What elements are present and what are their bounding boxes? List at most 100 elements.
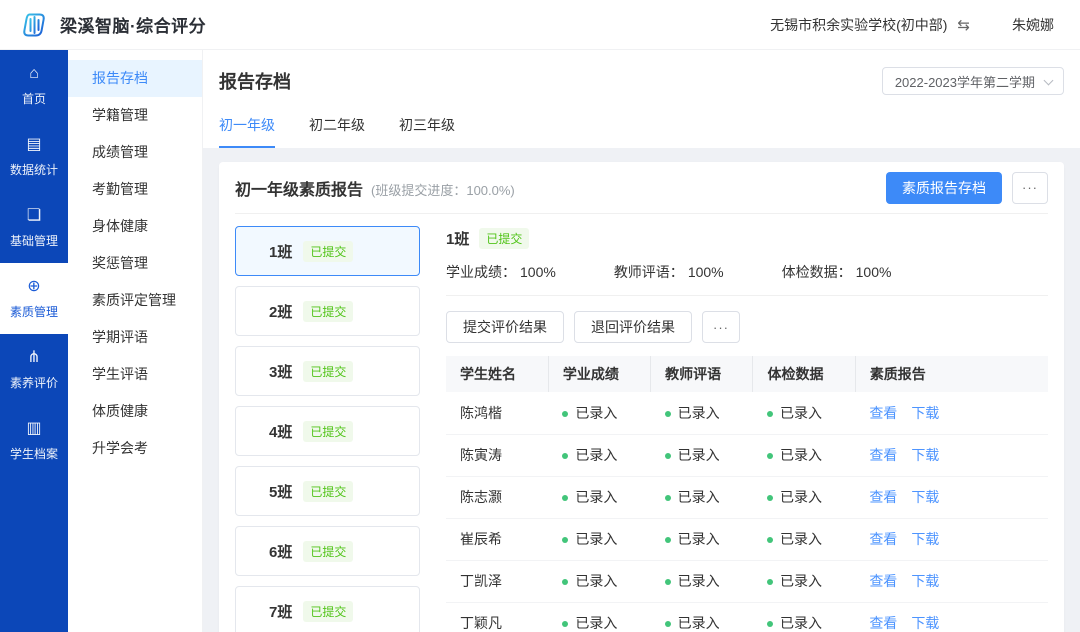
card-head: 初一年级素质报告 (班级提交进度：100.0%) 素质报告存档 ··· xyxy=(235,162,1048,214)
download-link[interactable]: 下载 xyxy=(911,405,939,421)
download-link[interactable]: 下载 xyxy=(911,489,939,505)
secondary-nav-item[interactable]: 身体健康 xyxy=(68,208,202,245)
status-text: 已录入 xyxy=(575,489,618,505)
detail-more-button[interactable]: ··· xyxy=(702,311,740,343)
status-dot-icon xyxy=(766,495,773,501)
class-card[interactable]: 3班 已提交 xyxy=(235,346,420,396)
class-card[interactable]: 2班 已提交 xyxy=(235,286,420,336)
card-body: 1班 已提交 2班 已提交 3班 已提交 4班 已提交 5班 已提交 6班 已提… xyxy=(235,214,1048,632)
class-card[interactable]: 6班 已提交 xyxy=(235,526,420,576)
secondary-nav-item[interactable]: 学生评语 xyxy=(68,356,202,393)
report-links: 查看 下载 xyxy=(855,602,1048,632)
layout: ⌂ 首页 ▤ 数据统计 ❏ 基础管理 ⊕ 素质管理 ⋔ 素养评价 ▥ 学生档案 … xyxy=(0,50,1080,632)
academic-status: 已录入 xyxy=(548,476,651,519)
view-link[interactable]: 查看 xyxy=(869,447,897,463)
class-status-badge: 已提交 xyxy=(303,300,354,322)
stat-value: 100% xyxy=(855,264,892,280)
primary-nav-item[interactable]: ▤ 数据统计 xyxy=(0,121,68,192)
teacher-comment-status: 已录入 xyxy=(650,518,753,561)
download-link[interactable]: 下载 xyxy=(911,615,939,631)
view-link[interactable]: 查看 xyxy=(869,573,897,589)
table-column-header: 体检数据 xyxy=(752,356,856,392)
class-card[interactable]: 5班 已提交 xyxy=(235,466,420,516)
class-list: 1班 已提交 2班 已提交 3班 已提交 4班 已提交 5班 已提交 6班 已提… xyxy=(235,226,420,632)
academic-status: 已录入 xyxy=(548,434,651,477)
stat-value: 100% xyxy=(687,264,724,280)
primary-nav-item[interactable]: ⌂ 首页 xyxy=(0,50,68,121)
detail-stats: 学业成绩： 100% 教师评语： 100% 体检数据： 100% xyxy=(446,262,1048,282)
status-text: 已录入 xyxy=(779,489,822,505)
secondary-nav-item[interactable]: 成绩管理 xyxy=(68,134,202,171)
secondary-nav-item[interactable]: 升学会考 xyxy=(68,430,202,467)
switch-school-icon[interactable]: ⇆ xyxy=(957,16,970,34)
primary-nav-item[interactable]: ⋔ 素养评价 xyxy=(0,334,68,405)
secondary-nav-label: 成绩管理 xyxy=(92,144,148,160)
status-dot-icon xyxy=(562,537,569,543)
status-text: 已录入 xyxy=(677,447,720,463)
app-title: 梁溪智脑·综合评分 xyxy=(60,17,207,36)
grade-tab[interactable]: 初三年级 xyxy=(399,115,455,148)
report-links: 查看 下载 xyxy=(855,434,1048,477)
health-data-status: 已录入 xyxy=(752,476,856,519)
school-name: 无锡市积余实验学校(初中部) xyxy=(770,16,948,33)
detail-actions: 提交评价结果 退回评价结果 ··· xyxy=(446,311,1048,343)
stat-label: 体检数据： xyxy=(781,264,852,280)
class-card[interactable]: 1班 已提交 xyxy=(235,226,420,276)
download-link[interactable]: 下载 xyxy=(911,531,939,547)
card-title: 初一年级素质报告 xyxy=(235,181,364,199)
chevron-down-icon xyxy=(1043,75,1054,86)
secondary-nav-item[interactable]: 学籍管理 xyxy=(68,97,202,134)
status-dot-icon xyxy=(766,579,773,585)
user-name[interactable]: 朱婉娜 xyxy=(1012,15,1054,35)
return-evaluation-button[interactable]: 退回评价结果 xyxy=(574,311,692,343)
view-link[interactable]: 查看 xyxy=(869,531,897,547)
view-link[interactable]: 查看 xyxy=(869,615,897,631)
primary-nav-item[interactable]: ⊕ 素质管理 xyxy=(0,263,68,334)
teacher-comment-status: 已录入 xyxy=(650,392,753,435)
secondary-nav-item[interactable]: 素质评定管理 xyxy=(68,282,202,319)
semester-select[interactable]: 2022-2023学年第二学期 xyxy=(881,67,1064,95)
secondary-nav-item[interactable]: 体质健康 xyxy=(68,393,202,430)
card-more-button[interactable]: ··· xyxy=(1012,171,1048,204)
view-link[interactable]: 查看 xyxy=(869,489,897,505)
health-data-status: 已录入 xyxy=(752,560,856,603)
table-row: 丁凯泽 已录入 已录入 已录入 查看 下载 xyxy=(446,560,1048,603)
status-text: 已录入 xyxy=(779,573,822,589)
brand: 梁溪智脑·综合评分 xyxy=(20,11,206,39)
status-dot-icon xyxy=(766,621,773,627)
data-stats-icon: ▤ xyxy=(26,136,42,153)
teacher-comment-status: 已录入 xyxy=(650,434,753,477)
report-links: 查看 下载 xyxy=(855,392,1048,435)
status-text: 已录入 xyxy=(575,615,618,631)
archive-report-button[interactable]: 素质报告存档 xyxy=(886,171,1002,204)
class-card[interactable]: 7班 已提交 xyxy=(235,586,420,632)
app-header: 梁溪智脑·综合评分 无锡市积余实验学校(初中部) ⇆ 朱婉娜 xyxy=(0,0,1080,50)
grade-tab[interactable]: 初一年级 xyxy=(219,115,275,148)
secondary-nav-item[interactable]: 学期评语 xyxy=(68,319,202,356)
class-status-badge: 已提交 xyxy=(303,600,354,622)
content: 初一年级素质报告 (班级提交进度：100.0%) 素质报告存档 ··· 1班 已… xyxy=(203,148,1080,632)
status-dot-icon xyxy=(664,621,671,627)
class-card[interactable]: 4班 已提交 xyxy=(235,406,420,456)
academic-status: 已录入 xyxy=(548,392,651,435)
primary-nav-item[interactable]: ▥ 学生档案 xyxy=(0,405,68,476)
primary-nav-item[interactable]: ❏ 基础管理 xyxy=(0,192,68,263)
submit-evaluation-button[interactable]: 提交评价结果 xyxy=(446,311,564,343)
report-links: 查看 下载 xyxy=(855,476,1048,519)
semester-select-value: 2022-2023学年第二学期 xyxy=(894,74,1035,90)
grade-tab[interactable]: 初二年级 xyxy=(309,115,365,148)
download-link[interactable]: 下载 xyxy=(911,447,939,463)
secondary-nav-item[interactable]: 奖惩管理 xyxy=(68,245,202,282)
secondary-nav-item[interactable]: 考勤管理 xyxy=(68,171,202,208)
class-name: 5班 xyxy=(269,483,293,501)
secondary-nav-item[interactable]: 报告存档 xyxy=(68,60,202,97)
status-dot-icon xyxy=(562,495,569,501)
teacher-comment-status: 已录入 xyxy=(650,560,753,603)
secondary-nav-label: 身体健康 xyxy=(92,218,148,234)
status-text: 已录入 xyxy=(575,573,618,589)
table-column-header: 教师评语 xyxy=(650,356,753,392)
view-link[interactable]: 查看 xyxy=(869,405,897,421)
download-link[interactable]: 下载 xyxy=(911,573,939,589)
status-text: 已录入 xyxy=(575,404,618,421)
health-data-status: 已录入 xyxy=(752,518,856,561)
